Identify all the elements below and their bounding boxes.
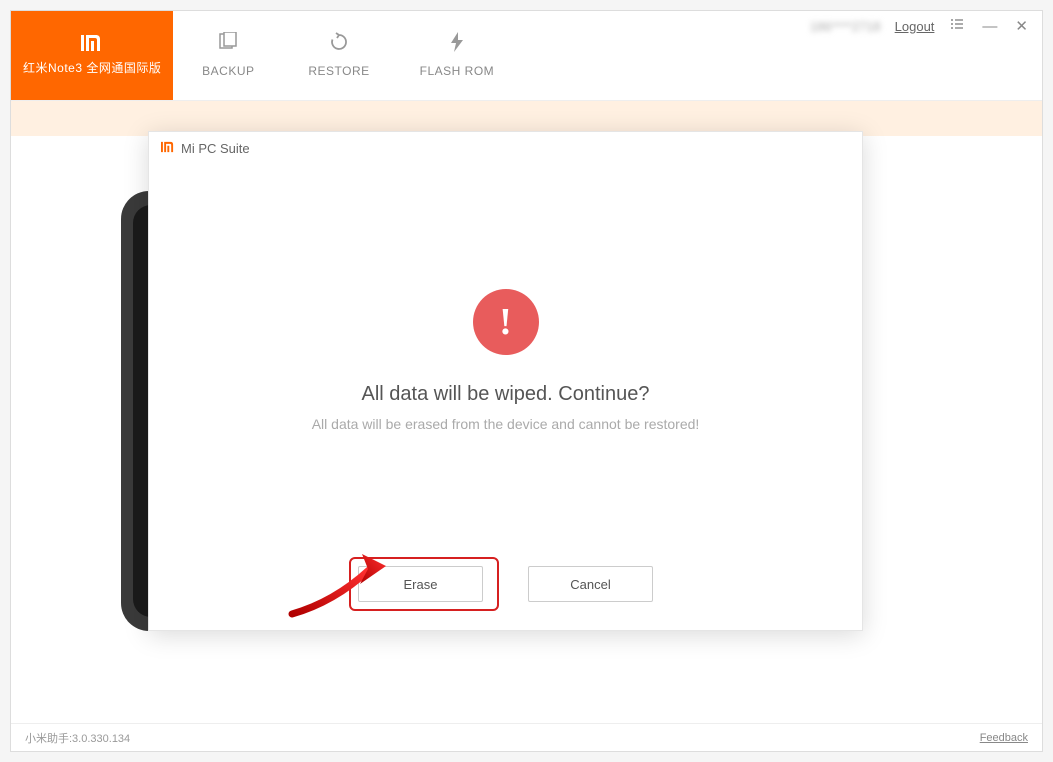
flash-icon [449, 32, 465, 58]
feedback-link[interactable]: Feedback [980, 732, 1028, 744]
status-bar: 小米助手:3.0.330.134 Feedback [11, 723, 1042, 751]
version-text: 小米助手:3.0.330.134 [25, 730, 130, 746]
app-window: 红米Note3 全网通国际版 BACKUP RESTORE FLASH ROM … [10, 10, 1043, 752]
device-tab[interactable]: 红米Note3 全网通国际版 [11, 11, 173, 100]
backup-label: BACKUP [202, 64, 254, 80]
dialog-body: ! All data will be wiped. Continue? All … [149, 164, 862, 432]
device-label: 红米Note3 全网通国际版 [23, 61, 161, 77]
dialog-titlebar: Mi PC Suite [149, 132, 862, 164]
dialog-title: All data will be wiped. Continue? [362, 383, 650, 406]
main-content: mi Mi PC Suite ! All data will be wiped.… [11, 136, 1042, 723]
window-controls: 186****2718 Logout — ✕ [810, 17, 1030, 35]
restore-label: RESTORE [308, 64, 369, 80]
restore-icon [329, 32, 349, 58]
backup-tab[interactable]: BACKUP [173, 11, 283, 100]
warning-icon: ! [473, 289, 539, 355]
close-button[interactable]: ✕ [1013, 17, 1030, 35]
restore-tab[interactable]: RESTORE [283, 11, 394, 100]
erase-button[interactable]: Erase [358, 566, 483, 602]
dialog-subtitle: All data will be erased from the device … [312, 416, 700, 432]
minimize-button[interactable]: — [980, 18, 999, 35]
mi-logo-icon [81, 34, 103, 57]
dialog-app-title: Mi PC Suite [181, 141, 250, 156]
logout-link[interactable]: Logout [895, 19, 935, 34]
confirm-dialog: Mi PC Suite ! All data will be wiped. Co… [148, 131, 863, 631]
cancel-button[interactable]: Cancel [528, 566, 653, 602]
dialog-button-row: Erase Cancel [149, 566, 862, 602]
mi-small-icon [161, 140, 175, 156]
menu-icon[interactable] [948, 17, 966, 35]
username-obscured: 186****2718 [810, 19, 881, 34]
flashrom-tab[interactable]: FLASH ROM [395, 11, 520, 100]
flash-label: FLASH ROM [420, 64, 495, 80]
backup-icon [218, 32, 238, 58]
